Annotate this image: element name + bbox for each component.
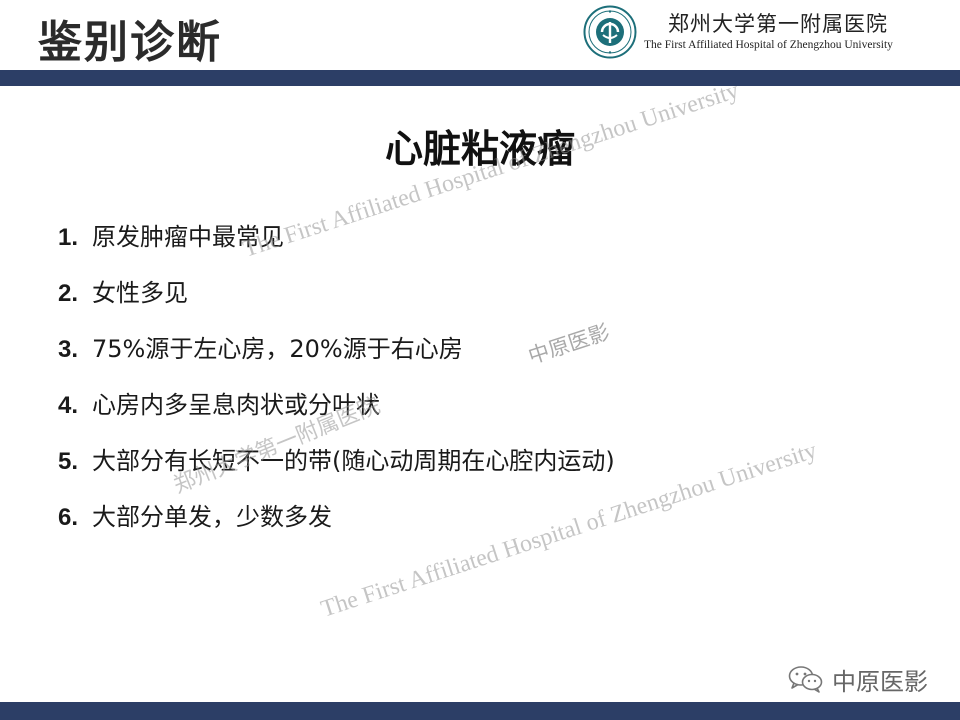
item-text: 大部分有长短不一的带(随心动周期在心腔内运动) (92, 447, 615, 475)
slide-heading: 心脏粘液瘤 (384, 127, 575, 171)
list-item: 5. 大部分有长短不一的带(随心动周期在心腔内运动) (58, 442, 615, 498)
item-number: 5. (58, 448, 79, 475)
wechat-account-name: 中原医影 (832, 667, 928, 696)
item-number: 1. (58, 224, 79, 251)
item-text: 75%源于左心房，20%源于右心房 (92, 335, 463, 363)
list-item: 2. 女性多见 (58, 274, 615, 330)
item-number: 4. (58, 392, 79, 419)
wechat-account-badge: 中原医影 (788, 664, 928, 696)
bullet-list: 1. 原发肿瘤中最常见 2. 女性多见 3. 75%源于左心房，20%源于右心房 4.… (58, 218, 615, 554)
item-text: 女性多见 (92, 279, 189, 307)
list-item: 1. 原发肿瘤中最常见 (58, 218, 615, 274)
hospital-name-en: The First Affiliated Hospital of Zhengzh… (644, 39, 893, 51)
item-text: 大部分单发，少数多发 (92, 503, 333, 531)
item-text: 原发肿瘤中最常见 (92, 223, 285, 251)
footer-bar (0, 702, 960, 720)
item-number: 2. (58, 280, 79, 307)
wechat-icon (788, 666, 823, 693)
list-item: 3. 75%源于左心房，20%源于右心房 (58, 330, 615, 386)
hospital-name-cn: 郑州大学第一附属医院 (668, 12, 888, 36)
item-number: 6. (58, 504, 79, 531)
header-bar (0, 70, 960, 86)
header-title: 鉴别诊断 (38, 17, 222, 68)
item-number: 3. (58, 336, 79, 363)
hospital-seal-logo (583, 5, 637, 59)
slide: 鉴别诊断 郑州大学第一附属医院 The First Affiliated Hos… (0, 0, 960, 720)
list-item: 6. 大部分单发，少数多发 (58, 498, 615, 554)
list-item: 4. 心房内多呈息肉状或分叶状 (58, 386, 615, 442)
item-text: 心房内多呈息肉状或分叶状 (92, 391, 381, 419)
